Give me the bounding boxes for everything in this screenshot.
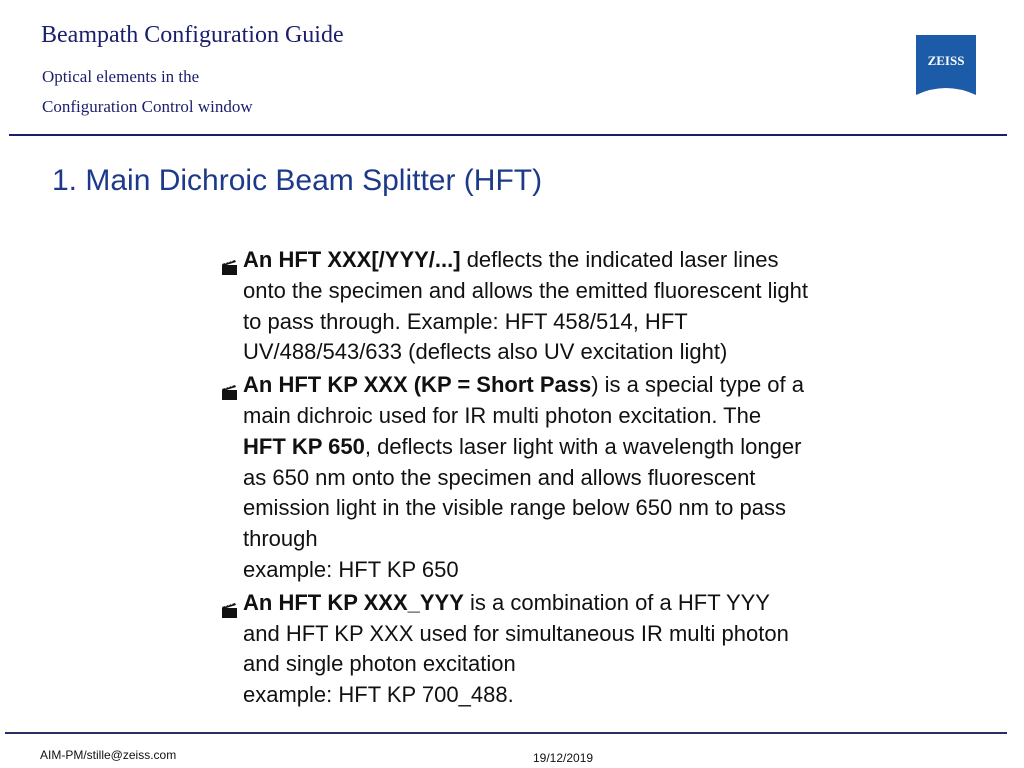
document-subtitle-line2: Configuration Control window: [42, 97, 253, 116]
clapperboard-icon: [221, 596, 238, 618]
bullet-text: An HFT KP XXX_YYY is a combination of a …: [243, 588, 921, 711]
bullet-item: An HFT XXX[/YYY/...] deflects the indica…: [221, 245, 921, 368]
bullet-bold-term: An HFT KP XXX_YYY: [243, 589, 464, 615]
zeiss-logo-icon: ZEISS: [916, 35, 976, 95]
clapperboard-icon: [221, 378, 238, 401]
header-divider: [9, 134, 1007, 136]
bullet-item: An HFT KP XXX_YYY is a combination of a …: [221, 588, 921, 711]
bullet-list: An HFT XXX[/YYY/...] deflects the indica…: [221, 245, 921, 713]
footer-divider: [5, 732, 1007, 734]
bullet-bold-term: An HFT XXX[/YYY/...]: [243, 247, 461, 272]
bullet-bold-term-2: HFT KP 650: [243, 433, 365, 459]
footer-author: AIM-PM/stille@zeiss.com: [40, 748, 177, 762]
slide-title: 1. Main Dichroic Beam Splitter (HFT): [52, 164, 543, 197]
bullet-text: An HFT KP XXX (KP = Short Pass) is a spe…: [243, 370, 921, 586]
clapperboard-icon: [221, 253, 238, 275]
document-title: Beampath Configuration Guide: [41, 22, 344, 48]
logo-text: ZEISS: [928, 53, 965, 68]
bullet-bold-term: An HFT KP XXX (KP = Short Pass: [243, 372, 592, 398]
document-subtitle-line1: Optical elements in the: [42, 67, 200, 86]
bullet-item: An HFT KP XXX (KP = Short Pass) is a spe…: [221, 370, 921, 586]
footer-date: 19/12/2019: [533, 751, 594, 765]
bullet-text: An HFT XXX[/YYY/...] deflects the indica…: [243, 245, 921, 368]
